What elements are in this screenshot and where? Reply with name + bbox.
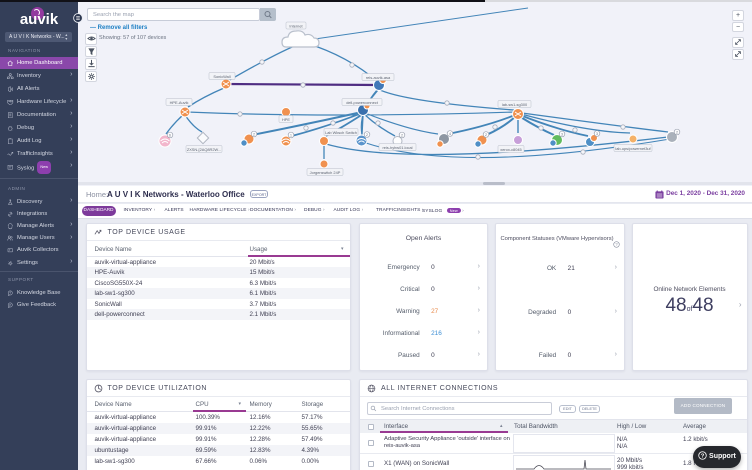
svg-text:1: 1 [290,133,292,137]
svg-text:?: ? [615,242,618,247]
svg-text:lab-ups/powernet3uf: lab-ups/powernet3uf [615,146,651,151]
svg-text:reis-hyhw01.local: reis-hyhw01.local [382,145,412,150]
svg-text:dell-powerconnect: dell-powerconnect [346,100,378,105]
svg-text:ZXSN-[2AQ8R2W...: ZXSN-[2AQ8R2W... [187,147,221,152]
svg-text:Lab Wksch Switch: Lab Wksch Switch [325,130,357,135]
svg-text:SonicWall: SonicWall [213,74,230,79]
svg-text:Internet: Internet [289,24,303,29]
svg-text:2: 2 [401,133,403,137]
svg-text:2: 2 [366,133,368,137]
svg-text:2: 2 [485,133,487,137]
svg-text:HPE: HPE [282,117,290,122]
svg-text:2: 2 [253,132,255,136]
svg-text:lab-sw1-sg300: lab-sw1-sg300 [502,102,528,107]
svg-text:2: 2 [676,130,678,134]
svg-text:xerox-c8045: xerox-c8045 [500,147,521,152]
svg-text:HPE-Auvik: HPE-Auvik [170,100,189,105]
svg-text:3: 3 [561,132,563,136]
svg-text:?: ? [701,453,705,459]
svg-text:reis-auvik-asa: reis-auvik-asa [366,75,391,80]
svg-text:Jorgenswitch 24P: Jorgenswitch 24P [310,170,341,175]
svg-text:4: 4 [449,132,451,136]
svg-text:3: 3 [596,132,598,136]
svg-text:6: 6 [169,133,171,137]
